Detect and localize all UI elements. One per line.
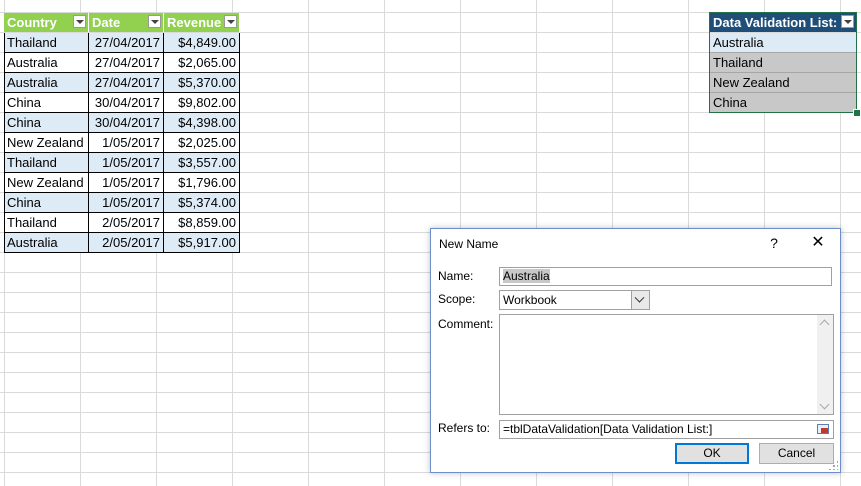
refers-to-field[interactable]: =tblDataValidation[Data Validation List:… bbox=[499, 420, 834, 439]
scope-label: Scope: bbox=[438, 292, 476, 306]
column-header-label: Data Validation List: bbox=[713, 15, 838, 30]
table-cell[interactable]: 2/05/2017 bbox=[89, 213, 164, 233]
refers-to-label: Refers to: bbox=[438, 421, 491, 435]
new-name-dialog: New Name ? ✕ Name: Australia Scope: Work… bbox=[430, 228, 841, 473]
table-cell[interactable]: 1/05/2017 bbox=[89, 153, 164, 173]
list-item[interactable]: Australia bbox=[710, 33, 856, 53]
table-cell[interactable]: $9,802.00 bbox=[164, 93, 240, 113]
table-cell[interactable]: $8,859.00 bbox=[164, 213, 240, 233]
refers-to-value: =tblDataValidation[Data Validation List:… bbox=[503, 422, 713, 436]
table-cell[interactable]: 30/04/2017 bbox=[89, 93, 164, 113]
column-header[interactable]: Revenue bbox=[164, 13, 240, 32]
comment-field[interactable] bbox=[499, 314, 834, 415]
table-cell[interactable]: $1,796.00 bbox=[164, 173, 240, 193]
scope-dropdown[interactable]: Workbook bbox=[499, 290, 650, 310]
scroll-down-icon[interactable] bbox=[819, 399, 830, 410]
filter-dropdown-icon[interactable] bbox=[224, 15, 237, 28]
comment-label: Comment: bbox=[438, 317, 494, 331]
chevron-down-icon[interactable] bbox=[631, 291, 649, 309]
table-cell[interactable]: 27/04/2017 bbox=[89, 73, 164, 93]
filter-dropdown-icon[interactable] bbox=[73, 15, 86, 28]
table-cell[interactable]: $3,557.00 bbox=[164, 153, 240, 173]
name-label: Name: bbox=[438, 269, 474, 283]
column-header-label: Revenue bbox=[167, 15, 222, 30]
table-cell[interactable]: $5,917.00 bbox=[164, 233, 240, 253]
table-cell[interactable]: 30/04/2017 bbox=[89, 113, 164, 133]
comment-scrollbar[interactable] bbox=[817, 315, 833, 414]
table-cell[interactable]: Thailand bbox=[4, 33, 89, 53]
name-field[interactable]: Australia bbox=[499, 267, 832, 286]
name-value: Australia bbox=[503, 269, 550, 283]
table-cell[interactable]: $4,398.00 bbox=[164, 113, 240, 133]
scroll-up-icon[interactable] bbox=[819, 319, 830, 330]
table-cell[interactable]: $2,065.00 bbox=[164, 53, 240, 73]
table-cell[interactable]: 1/05/2017 bbox=[89, 193, 164, 213]
close-icon[interactable]: ✕ bbox=[807, 233, 829, 253]
table-cell[interactable]: $5,370.00 bbox=[164, 73, 240, 93]
table-cell[interactable]: 1/05/2017 bbox=[89, 173, 164, 193]
table-cell[interactable]: Australia bbox=[4, 53, 89, 73]
scope-value: Workbook bbox=[503, 293, 557, 307]
table-cell[interactable]: $5,374.00 bbox=[164, 193, 240, 213]
table-cell[interactable]: 27/04/2017 bbox=[89, 53, 164, 73]
cancel-button[interactable]: Cancel bbox=[759, 443, 834, 464]
table-cell[interactable]: 2/05/2017 bbox=[89, 233, 164, 253]
table-cell[interactable]: China bbox=[4, 93, 89, 113]
table-cell[interactable]: Thailand bbox=[4, 153, 89, 173]
filter-dropdown-icon[interactable] bbox=[841, 15, 854, 28]
fill-handle[interactable] bbox=[853, 109, 861, 117]
table-cell[interactable]: China bbox=[4, 113, 89, 133]
table-cell[interactable]: $4,849.00 bbox=[164, 33, 240, 53]
table-cell[interactable]: New Zealand bbox=[4, 133, 89, 153]
list-item[interactable]: Thailand bbox=[710, 53, 856, 73]
collapse-dialog-icon[interactable] bbox=[815, 422, 832, 437]
table-cell[interactable]: 27/04/2017 bbox=[89, 33, 164, 53]
table-border bbox=[4, 33, 5, 253]
filter-dropdown-icon[interactable] bbox=[148, 15, 161, 28]
table-cell[interactable]: Thailand bbox=[4, 213, 89, 233]
table-cell[interactable]: China bbox=[4, 193, 89, 213]
help-icon[interactable]: ? bbox=[767, 235, 781, 251]
table-cell[interactable]: Australia bbox=[4, 73, 89, 93]
list-item[interactable]: New Zealand bbox=[710, 73, 856, 93]
list-item[interactable]: China bbox=[710, 93, 856, 113]
table-cell[interactable]: New Zealand bbox=[4, 173, 89, 193]
column-header-label: Date bbox=[92, 15, 121, 30]
table-cell[interactable]: $2,025.00 bbox=[164, 133, 240, 153]
dialog-title: New Name bbox=[439, 237, 499, 251]
column-header-label: Country bbox=[7, 15, 57, 30]
table-cell[interactable]: 1/05/2017 bbox=[89, 133, 164, 153]
column-header[interactable]: Date bbox=[89, 13, 164, 32]
ok-button[interactable]: OK bbox=[675, 443, 749, 464]
column-header[interactable]: Country bbox=[4, 13, 89, 32]
table-cell[interactable]: Australia bbox=[4, 233, 89, 253]
column-header[interactable]: Data Validation List: bbox=[710, 13, 856, 32]
